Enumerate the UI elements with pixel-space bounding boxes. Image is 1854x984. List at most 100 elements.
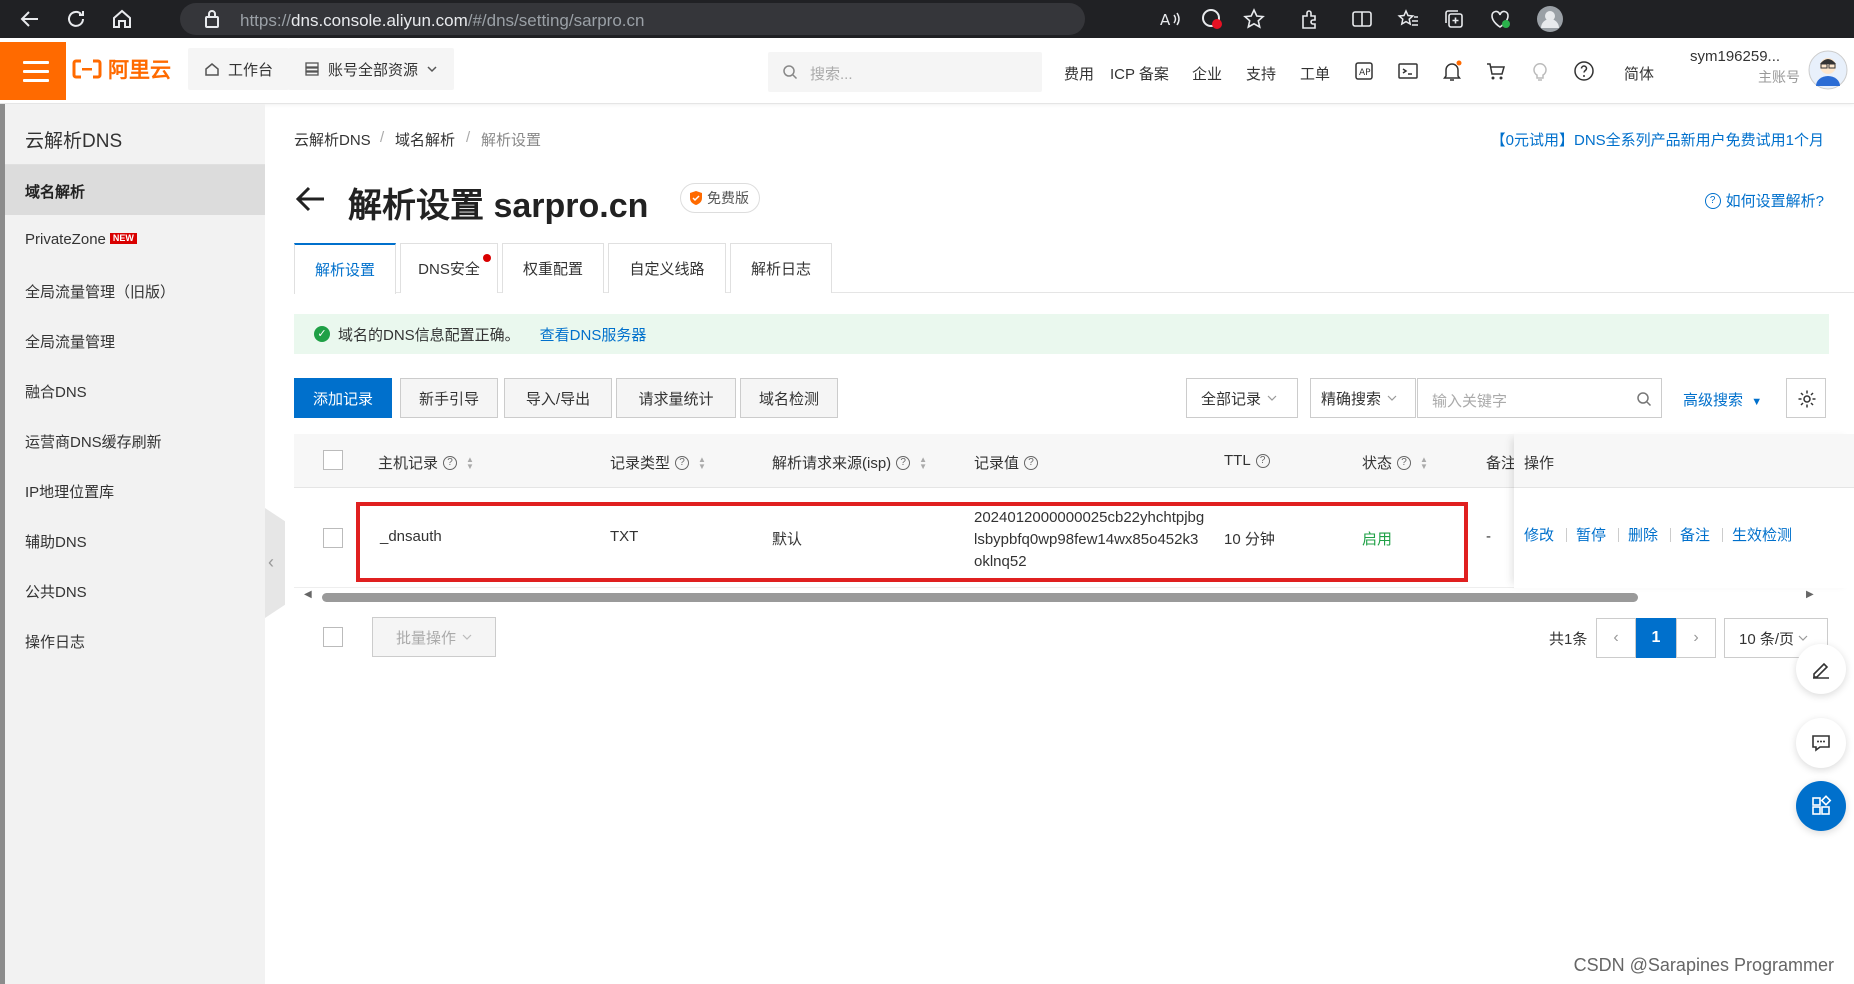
check-circle-icon: ✓ (314, 326, 330, 342)
column-host[interactable]: 主机记录 ? ▲ ▼ (378, 452, 474, 473)
notice-text: 域名的DNS信息配置正确。 (338, 326, 520, 344)
effect-check-link[interactable]: 生效检测 (1732, 524, 1792, 545)
footer-select-all-checkbox[interactable] (323, 627, 343, 647)
search-icon[interactable] (1636, 391, 1652, 407)
address-bar[interactable]: https://dns.console.aliyun.com/#/dns/set… (180, 3, 1085, 35)
request-stats-button[interactable]: 请求量统计 (616, 378, 736, 418)
add-record-button[interactable]: 添加记录 (294, 378, 392, 418)
remark-record-link[interactable]: 备注 (1680, 524, 1710, 545)
cart-icon[interactable] (1484, 59, 1508, 83)
select-all-checkbox[interactable] (323, 450, 343, 470)
home-icon[interactable] (110, 7, 134, 31)
back-icon[interactable] (18, 7, 42, 31)
workbench-button[interactable]: 工作台 (188, 48, 290, 90)
column-status[interactable]: 状态 ? ▲ ▼ (1362, 452, 1428, 473)
notification-bell-icon[interactable] (1440, 59, 1464, 83)
breadcrumb-separator: / (466, 129, 471, 146)
apps-grid-icon (1812, 795, 1832, 815)
sort-icon[interactable]: ▲ ▼ (698, 455, 706, 470)
breadcrumb-domain-resolution[interactable]: 域名解析 (395, 129, 455, 150)
advanced-search-toggle[interactable]: 高级搜索 ▼ (1683, 389, 1762, 410)
tab-resolution-log[interactable]: 解析日志 (730, 243, 832, 293)
tab-custom-lines[interactable]: 自定义线路 (608, 243, 726, 293)
prev-page-button[interactable]: ‹ (1596, 618, 1636, 658)
tracking-prevention-icon[interactable] (1200, 7, 1224, 31)
scrollbar-thumb[interactable] (322, 593, 1638, 602)
profile-avatar-icon[interactable] (1536, 5, 1564, 33)
sidebar-item-ip-geo[interactable]: IP地理位置库 (5, 465, 265, 515)
apps-button[interactable] (1796, 781, 1846, 831)
sidebar-item-label: 公共DNS (25, 584, 87, 601)
account-resources-dropdown[interactable]: 账号全部资源 (288, 48, 455, 90)
workbench-label: 工作台 (228, 61, 274, 79)
scroll-left-icon[interactable]: ◀ (304, 589, 312, 600)
cloud-shell-icon[interactable] (1396, 59, 1420, 83)
column-type[interactable]: 记录类型 ? ▲ ▼ (610, 452, 706, 473)
nav-link-icp[interactable]: ICP 备案 (1110, 63, 1169, 84)
user-avatar[interactable] (1808, 50, 1848, 90)
bulk-actions-dropdown[interactable]: 批量操作 (372, 617, 496, 657)
import-export-button[interactable]: 导入/导出 (504, 378, 612, 418)
extensions-icon[interactable] (1298, 7, 1322, 31)
nav-link-ticket[interactable]: 工单 (1300, 63, 1330, 84)
sidebar-item-secondary-dns[interactable]: 辅助DNS (5, 515, 265, 565)
search-mode-select[interactable]: 精确搜索 (1310, 378, 1416, 418)
sidebar-item-domain-resolution[interactable]: 域名解析 (5, 165, 265, 215)
nav-link-enterprise[interactable]: 企业 (1192, 63, 1222, 84)
feedback-edit-button[interactable] (1796, 644, 1846, 694)
refresh-icon[interactable] (64, 7, 88, 31)
tab-resolution-settings[interactable]: 解析设置 (294, 243, 396, 294)
back-arrow-icon[interactable] (294, 182, 328, 216)
browser-essentials-icon[interactable] (1488, 7, 1512, 31)
keyword-search-input[interactable]: 输入关键字 (1417, 378, 1662, 418)
delete-record-link[interactable]: 删除 (1628, 524, 1658, 545)
sidebar-item-privatezone[interactable]: PrivateZone NEW (5, 215, 265, 265)
sidebar-item-gtm-legacy[interactable]: 全局流量管理（旧版） (5, 265, 265, 315)
sort-icon[interactable]: ▲ ▼ (1420, 455, 1428, 470)
sidebar-item-gtm[interactable]: 全局流量管理 (5, 315, 265, 365)
tab-weight-config[interactable]: 权重配置 (502, 243, 604, 293)
help-icon[interactable] (1572, 59, 1596, 83)
sidebar-collapse-handle[interactable]: ‹ (265, 508, 285, 618)
sidebar-item-fusion-dns[interactable]: 融合DNS (5, 365, 265, 415)
sidebar-item-operation-log[interactable]: 操作日志 (5, 615, 265, 665)
scroll-right-icon[interactable]: ▶ (1806, 589, 1814, 600)
sidebar-item-cache-refresh[interactable]: 运营商DNS缓存刷新 (5, 415, 265, 465)
help-link[interactable]: ? 如何设置解析? (1704, 190, 1824, 211)
aliyun-logo[interactable]: 阿里云 (72, 54, 171, 84)
global-search-input[interactable]: 搜索... (768, 52, 1042, 92)
favorite-star-icon[interactable] (1242, 7, 1266, 31)
horizontal-scrollbar[interactable]: ◀ ▶ (294, 589, 1814, 605)
view-dns-servers-link[interactable]: 查看DNS服务器 (540, 324, 647, 345)
sidebar-item-public-dns[interactable]: 公共DNS (5, 565, 265, 615)
domain-check-button[interactable]: 域名检测 (740, 378, 838, 418)
record-filter-select[interactable]: 全部记录 (1186, 378, 1298, 418)
sort-icon[interactable]: ▲ ▼ (919, 455, 927, 470)
guide-button[interactable]: 新手引导 (400, 378, 498, 418)
sort-icon[interactable]: ▲ ▼ (466, 455, 474, 470)
pause-record-link[interactable]: 暂停 (1576, 524, 1606, 545)
next-page-button[interactable]: › (1676, 618, 1716, 658)
breadcrumb-dns[interactable]: 云解析DNS (294, 129, 371, 150)
edit-record-link[interactable]: 修改 (1524, 524, 1554, 545)
language-switch[interactable]: 简体 (1624, 63, 1654, 84)
column-line[interactable]: 解析请求来源(isp) ? ▲ ▼ (772, 452, 927, 473)
hamburger-menu-button[interactable] (0, 42, 66, 100)
table-settings-button[interactable] (1786, 378, 1826, 418)
lightbulb-icon[interactable] (1528, 59, 1552, 83)
ai-assistant-icon[interactable]: AP (1352, 59, 1376, 83)
favorites-icon[interactable] (1396, 7, 1420, 31)
chat-button[interactable] (1796, 718, 1846, 768)
read-aloud-icon[interactable]: A (1158, 7, 1182, 31)
row-checkbox[interactable] (323, 528, 343, 548)
nav-link-support[interactable]: 支持 (1246, 63, 1276, 84)
promo-link[interactable]: 【0元试用】DNS全系列产品新用户免费试用1个月 (1491, 129, 1824, 150)
split-screen-icon[interactable] (1350, 7, 1374, 31)
collections-icon[interactable] (1442, 7, 1466, 31)
user-menu[interactable]: sym196259... 主账号 (1690, 48, 1800, 87)
page-number-button[interactable]: 1 (1636, 618, 1676, 658)
nav-link-billing[interactable]: 费用 (1064, 63, 1094, 84)
aliyun-logo-icon (72, 59, 102, 79)
sidebar-item-label: 域名解析 (25, 184, 86, 201)
tab-dns-security[interactable]: DNS安全 (400, 243, 498, 293)
